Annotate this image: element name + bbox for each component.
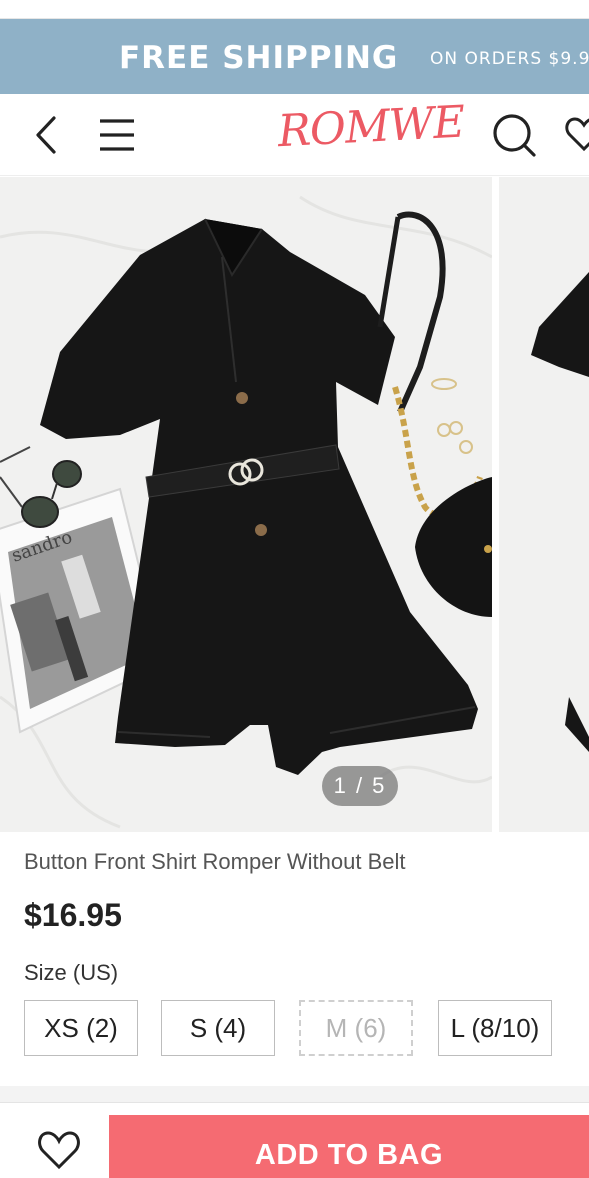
- search-button[interactable]: [490, 111, 538, 159]
- product-gallery[interactable]: sandro 1 / 5: [0, 177, 589, 832]
- menu-icon: [100, 119, 134, 151]
- next-product-photo: [531, 272, 589, 752]
- menu-button[interactable]: [96, 114, 138, 156]
- handbag-image: [377, 211, 492, 617]
- size-option-s[interactable]: S (4): [161, 1000, 275, 1056]
- product-title: Button Front Shirt Romper Without Belt: [24, 849, 406, 874]
- header-wishlist-button[interactable]: [564, 114, 589, 154]
- next-product-image[interactable]: [499, 177, 589, 832]
- section-divider: [0, 1086, 589, 1102]
- promo-main-text: FREE SHIPPING: [119, 40, 399, 76]
- size-label: Size (US): [24, 960, 119, 985]
- back-button[interactable]: [28, 112, 68, 158]
- search-icon: [493, 114, 536, 157]
- product-photo: sandro: [0, 195, 493, 829]
- promo-banner[interactable]: FREE SHIPPING ON ORDERS $9.9: [0, 19, 589, 94]
- wishlist-button[interactable]: [36, 1129, 82, 1171]
- size-option-xs[interactable]: XS (2): [24, 1000, 138, 1056]
- brand-logo[interactable]: ROMWE: [276, 97, 465, 169]
- rings-image: [431, 378, 473, 454]
- promo-sub-text: ON ORDERS $9.9: [430, 49, 589, 69]
- header: ROMWE: [0, 94, 589, 176]
- image-pager: 1 / 5: [322, 766, 398, 806]
- add-to-bag-button[interactable]: ADD TO BAG: [109, 1115, 589, 1178]
- product-price: $16.95: [24, 897, 122, 933]
- top-strip: [0, 0, 589, 19]
- heart-icon: [565, 117, 589, 152]
- heart-icon: [38, 1131, 80, 1170]
- bottom-action-bar: ADD TO BAG: [0, 1102, 589, 1178]
- product-image[interactable]: sandro 1 / 5: [0, 177, 493, 832]
- size-option-m[interactable]: M (6): [299, 1000, 413, 1056]
- size-option-l[interactable]: L (8/10): [438, 1000, 552, 1056]
- chevron-left-icon: [36, 116, 56, 154]
